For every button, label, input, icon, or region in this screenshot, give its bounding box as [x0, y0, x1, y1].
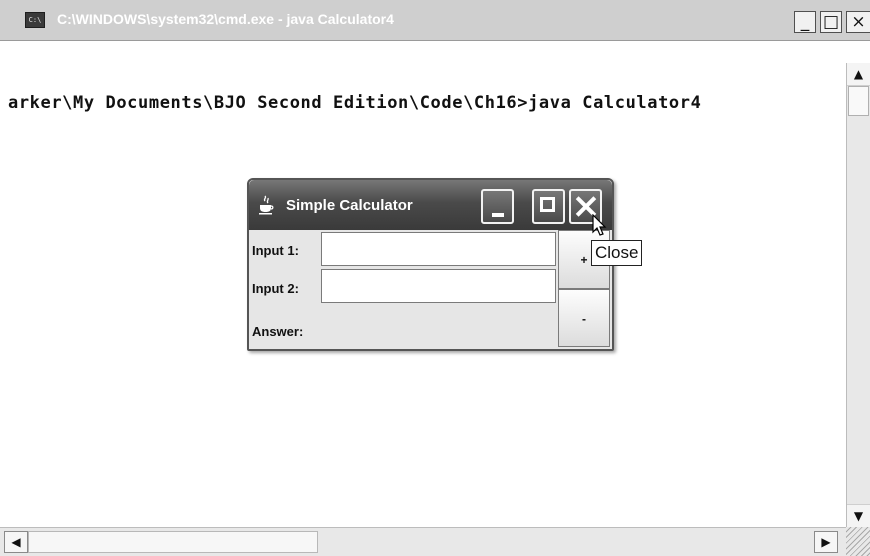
cmd-minimize-button[interactable]: _: [794, 11, 816, 33]
java-cup-icon[interactable]: [258, 195, 274, 215]
calculator-title-bar[interactable]: Simple Calculator: [249, 180, 612, 230]
input2-label: Input 2:: [252, 281, 299, 296]
horizontal-scroll-thumb[interactable]: [28, 531, 318, 553]
horizontal-scrollbar[interactable]: ◀ ▶: [0, 527, 846, 556]
input1-label: Input 1:: [252, 243, 299, 258]
close-tooltip: Close: [591, 240, 643, 266]
scroll-left-arrow-icon[interactable]: ◀: [4, 531, 28, 553]
console-command-line: arker\My Documents\BJO Second Edition\Co…: [8, 93, 702, 113]
calculator-minimize-button[interactable]: [481, 189, 514, 224]
cmd-close-button[interactable]: ×: [846, 11, 870, 33]
scroll-right-arrow-icon[interactable]: ▶: [814, 531, 838, 553]
answer-label: Answer:: [252, 324, 304, 339]
calculator-window: Simple Calculator Input 1: + Input 2: - …: [247, 178, 614, 351]
calculator-window-title: Simple Calculator: [286, 197, 413, 214]
cmd-app-icon[interactable]: C:\: [25, 12, 45, 28]
vertical-scroll-thumb[interactable]: [848, 86, 869, 116]
cmd-maximize-button[interactable]: □: [820, 11, 842, 33]
cmd-title-bar[interactable]: C:\ C:\WINDOWS\system32\cmd.exe - java C…: [0, 0, 870, 41]
cmd-window-title: C:\WINDOWS\system32\cmd.exe - java Calcu…: [57, 11, 394, 27]
input2-field[interactable]: [321, 269, 556, 303]
input1-field[interactable]: [321, 232, 556, 266]
vertical-scrollbar[interactable]: ▲ ▼: [846, 63, 870, 527]
resize-grip-icon[interactable]: [846, 527, 870, 556]
calculator-maximize-button[interactable]: [532, 189, 565, 224]
mouse-pointer-icon: [592, 214, 607, 236]
subtract-button[interactable]: -: [558, 289, 610, 347]
scroll-up-arrow-icon[interactable]: ▲: [847, 63, 870, 86]
scroll-down-arrow-icon[interactable]: ▼: [847, 504, 870, 527]
